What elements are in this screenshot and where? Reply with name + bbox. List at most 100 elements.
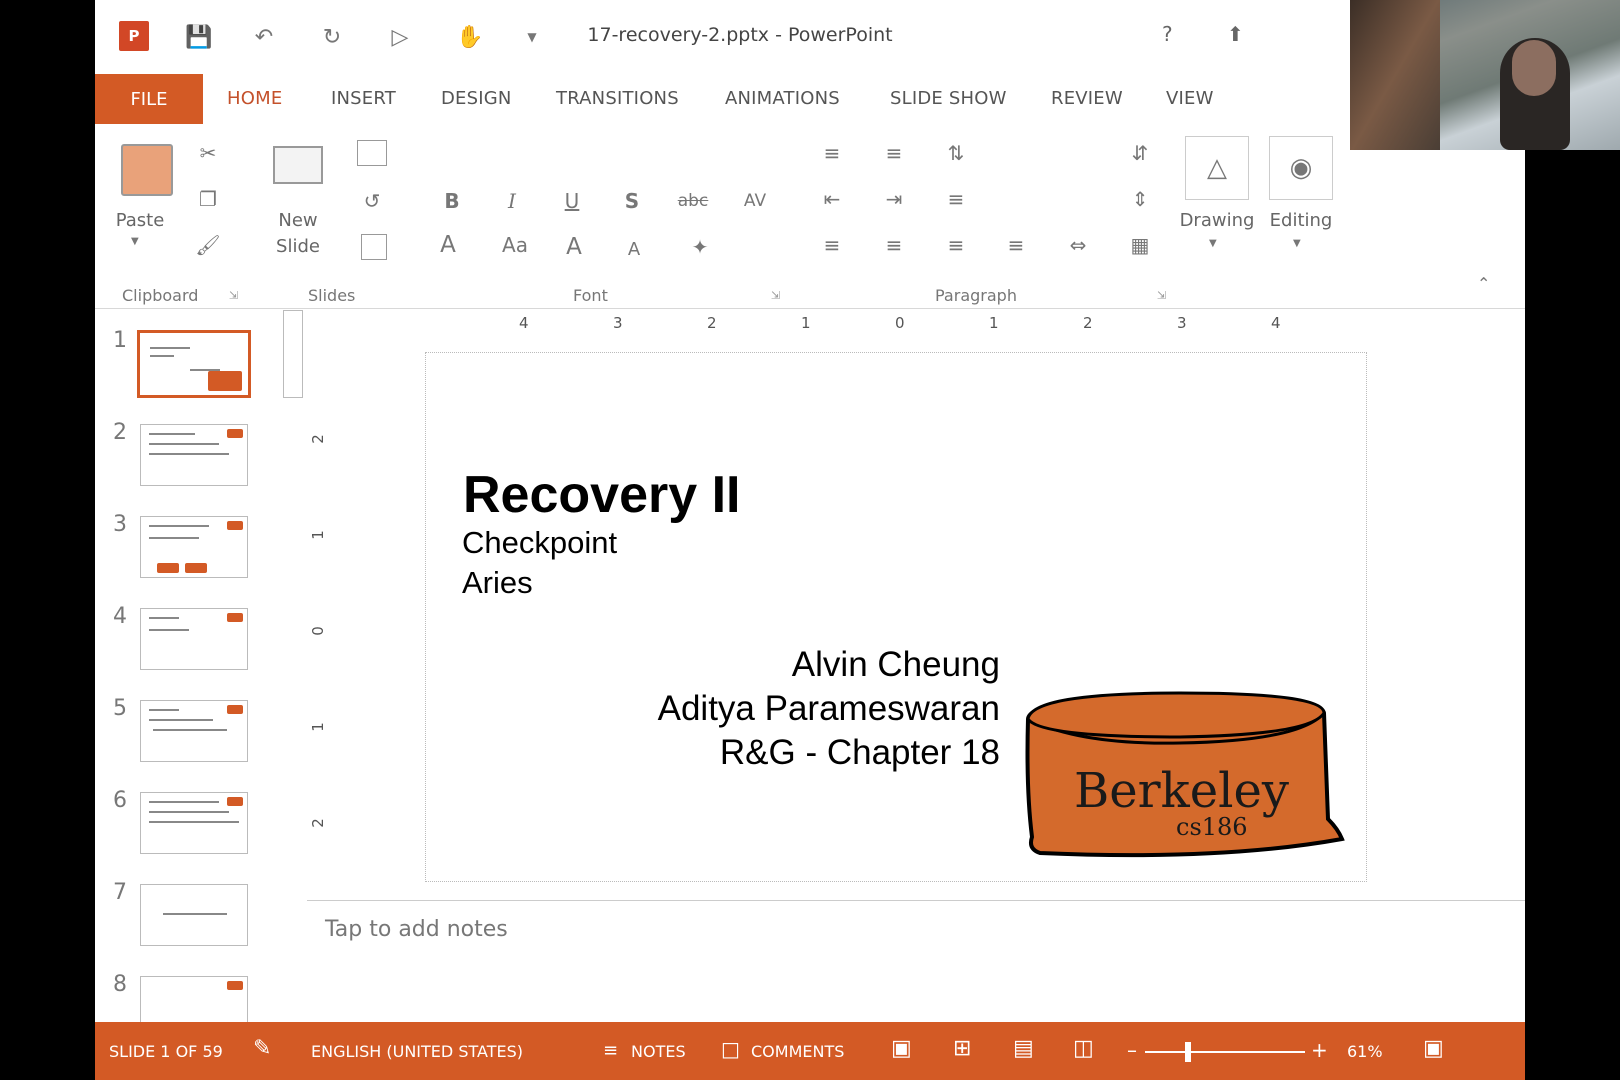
- zoom-slider-handle[interactable]: [1184, 1042, 1191, 1062]
- justify-icon[interactable]: ≡: [1001, 230, 1031, 260]
- zoom-level[interactable]: 61%: [1347, 1042, 1383, 1061]
- slide-thumbnail-5[interactable]: [140, 700, 248, 762]
- character-spacing-button[interactable]: AV: [737, 186, 773, 216]
- slide-author-3[interactable]: R&G - Chapter 18: [720, 733, 1000, 773]
- slide-author-2[interactable]: Aditya Parameswaran: [658, 689, 1000, 729]
- underline-button[interactable]: U: [557, 186, 587, 216]
- slide-thumbnail-2[interactable]: [140, 424, 248, 486]
- notes-button[interactable]: NOTES: [631, 1042, 686, 1061]
- italic-button[interactable]: I: [497, 186, 527, 216]
- slide-subtitle-1[interactable]: Checkpoint: [462, 525, 617, 561]
- tab-review[interactable]: REVIEW: [1051, 88, 1123, 109]
- cut-icon[interactable]: ✂: [193, 138, 223, 168]
- thumb-number: 1: [113, 328, 127, 353]
- slide-thumbnail-8[interactable]: [140, 976, 248, 1022]
- new-slide-label-1[interactable]: New: [267, 210, 329, 231]
- spell-check-icon[interactable]: ✎: [253, 1036, 271, 1061]
- drawing-icon[interactable]: △: [1185, 136, 1249, 200]
- tab-file[interactable]: FILE: [95, 74, 203, 124]
- editing-icon[interactable]: ◉: [1269, 136, 1333, 200]
- editing-label[interactable]: Editing: [1261, 210, 1341, 231]
- slide-canvas[interactable]: Recovery II Checkpoint Aries Alvin Cheun…: [425, 352, 1367, 882]
- ribbon: Paste ▼ ✂ ❐ 🖌 Clipboard ⇲ New Slide ↺ Sl…: [95, 124, 1525, 309]
- align-text-icon[interactable]: ⇔: [1063, 230, 1093, 260]
- font-launcher-icon[interactable]: ⇲: [771, 289, 780, 302]
- slide-thumbnail-3[interactable]: [140, 516, 248, 578]
- strikethrough-button[interactable]: abc: [675, 186, 711, 216]
- reading-view-icon[interactable]: ▤: [1013, 1036, 1034, 1061]
- clipboard-launcher-icon[interactable]: ⇲: [229, 289, 238, 302]
- thumb-number: 3: [113, 512, 127, 537]
- notes-pane[interactable]: Tap to add notes: [307, 900, 1525, 1022]
- ruler-number: 4: [519, 314, 529, 332]
- font-color-button[interactable]: A: [433, 230, 463, 260]
- shrink-font-button[interactable]: A: [619, 234, 649, 264]
- comments-button[interactable]: COMMENTS: [751, 1042, 844, 1061]
- smartart-icon[interactable]: ▦: [1125, 230, 1155, 260]
- shadow-button[interactable]: S: [617, 186, 647, 216]
- slide-thumbnail-1[interactable]: [137, 330, 251, 398]
- notes-icon[interactable]: ≡: [603, 1040, 618, 1061]
- bullets-icon[interactable]: ≡: [817, 138, 847, 168]
- normal-view-icon[interactable]: ▣: [891, 1036, 912, 1061]
- zoom-out-button[interactable]: –: [1127, 1038, 1137, 1062]
- slide-subtitle-2[interactable]: Aries: [462, 565, 533, 601]
- paragraph-launcher-icon[interactable]: ⇲: [1157, 289, 1166, 302]
- thumbnail-scrollbar[interactable]: [279, 310, 307, 1022]
- ribbon-display-icon[interactable]: ⬆: [1227, 22, 1244, 46]
- numbering-icon[interactable]: ≡: [879, 138, 909, 168]
- scrollbar-thumb[interactable]: [283, 310, 303, 398]
- text-direction-icon[interactable]: ⇵: [1125, 138, 1155, 168]
- layout-icon[interactable]: [357, 140, 387, 166]
- paste-icon[interactable]: [121, 144, 173, 196]
- line-spacing-icon[interactable]: ⇅: [941, 138, 971, 168]
- slide-sorter-icon[interactable]: ⊞: [953, 1036, 971, 1061]
- reset-icon[interactable]: ↺: [357, 188, 387, 214]
- tab-animations[interactable]: ANIMATIONS: [725, 88, 840, 109]
- slide-title[interactable]: Recovery II: [463, 465, 741, 525]
- paste-label[interactable]: Paste: [109, 210, 171, 231]
- align-center-icon[interactable]: ≡: [879, 230, 909, 260]
- drawing-dropdown-icon[interactable]: ▼: [1209, 238, 1217, 249]
- new-slide-icon[interactable]: [273, 146, 323, 184]
- slideshow-view-icon[interactable]: ◫: [1073, 1036, 1094, 1061]
- tab-design[interactable]: DESIGN: [441, 88, 512, 109]
- bold-button[interactable]: B: [437, 186, 467, 216]
- tab-insert[interactable]: INSERT: [331, 88, 396, 109]
- zoom-in-button[interactable]: +: [1311, 1038, 1328, 1062]
- group-font-label: Font: [573, 286, 608, 305]
- align-right-icon[interactable]: ≡: [941, 230, 971, 260]
- notes-placeholder[interactable]: Tap to add notes: [325, 917, 508, 942]
- help-icon[interactable]: ?: [1162, 22, 1173, 46]
- tab-transitions[interactable]: TRANSITIONS: [556, 88, 679, 109]
- copy-icon[interactable]: ❐: [193, 184, 223, 214]
- increase-indent-icon[interactable]: ⇥: [879, 184, 909, 214]
- decrease-indent-icon[interactable]: ⇤: [817, 184, 847, 214]
- comments-icon[interactable]: □: [721, 1037, 740, 1061]
- align-left-icon[interactable]: ≡: [817, 230, 847, 260]
- webcam-background: [1350, 0, 1440, 150]
- slide-thumbnail-6[interactable]: [140, 792, 248, 854]
- grow-font-button[interactable]: A: [559, 232, 589, 262]
- tab-home[interactable]: HOME: [227, 88, 282, 109]
- format-painter-icon[interactable]: 🖌: [193, 230, 223, 260]
- tab-view[interactable]: VIEW: [1166, 88, 1214, 109]
- collapse-ribbon-icon[interactable]: ⌃: [1477, 274, 1490, 293]
- columns-icon[interactable]: ≡: [941, 184, 971, 214]
- slide-thumbnail-4[interactable]: [140, 608, 248, 670]
- align-vertical-icon[interactable]: ⇕: [1125, 184, 1155, 214]
- slide-author-1[interactable]: Alvin Cheung: [792, 645, 1000, 685]
- zoom-slider[interactable]: [1145, 1051, 1305, 1053]
- berkeley-cs186-logo[interactable]: Berkeley cs186: [1020, 689, 1350, 867]
- clear-formatting-icon[interactable]: ✦: [685, 232, 715, 262]
- change-case-button[interactable]: Aa: [495, 230, 535, 260]
- fit-slide-icon[interactable]: ▣: [1423, 1036, 1444, 1061]
- language-status[interactable]: ENGLISH (UNITED STATES): [311, 1042, 523, 1061]
- drawing-label[interactable]: Drawing: [1175, 210, 1259, 231]
- tab-slide-show[interactable]: SLIDE SHOW: [890, 88, 1007, 109]
- slide-thumbnail-7[interactable]: [140, 884, 248, 946]
- paste-dropdown-icon[interactable]: ▼: [131, 236, 139, 247]
- section-icon[interactable]: [361, 234, 387, 260]
- new-slide-label-2[interactable]: Slide: [267, 236, 329, 257]
- editing-dropdown-icon[interactable]: ▼: [1293, 238, 1301, 249]
